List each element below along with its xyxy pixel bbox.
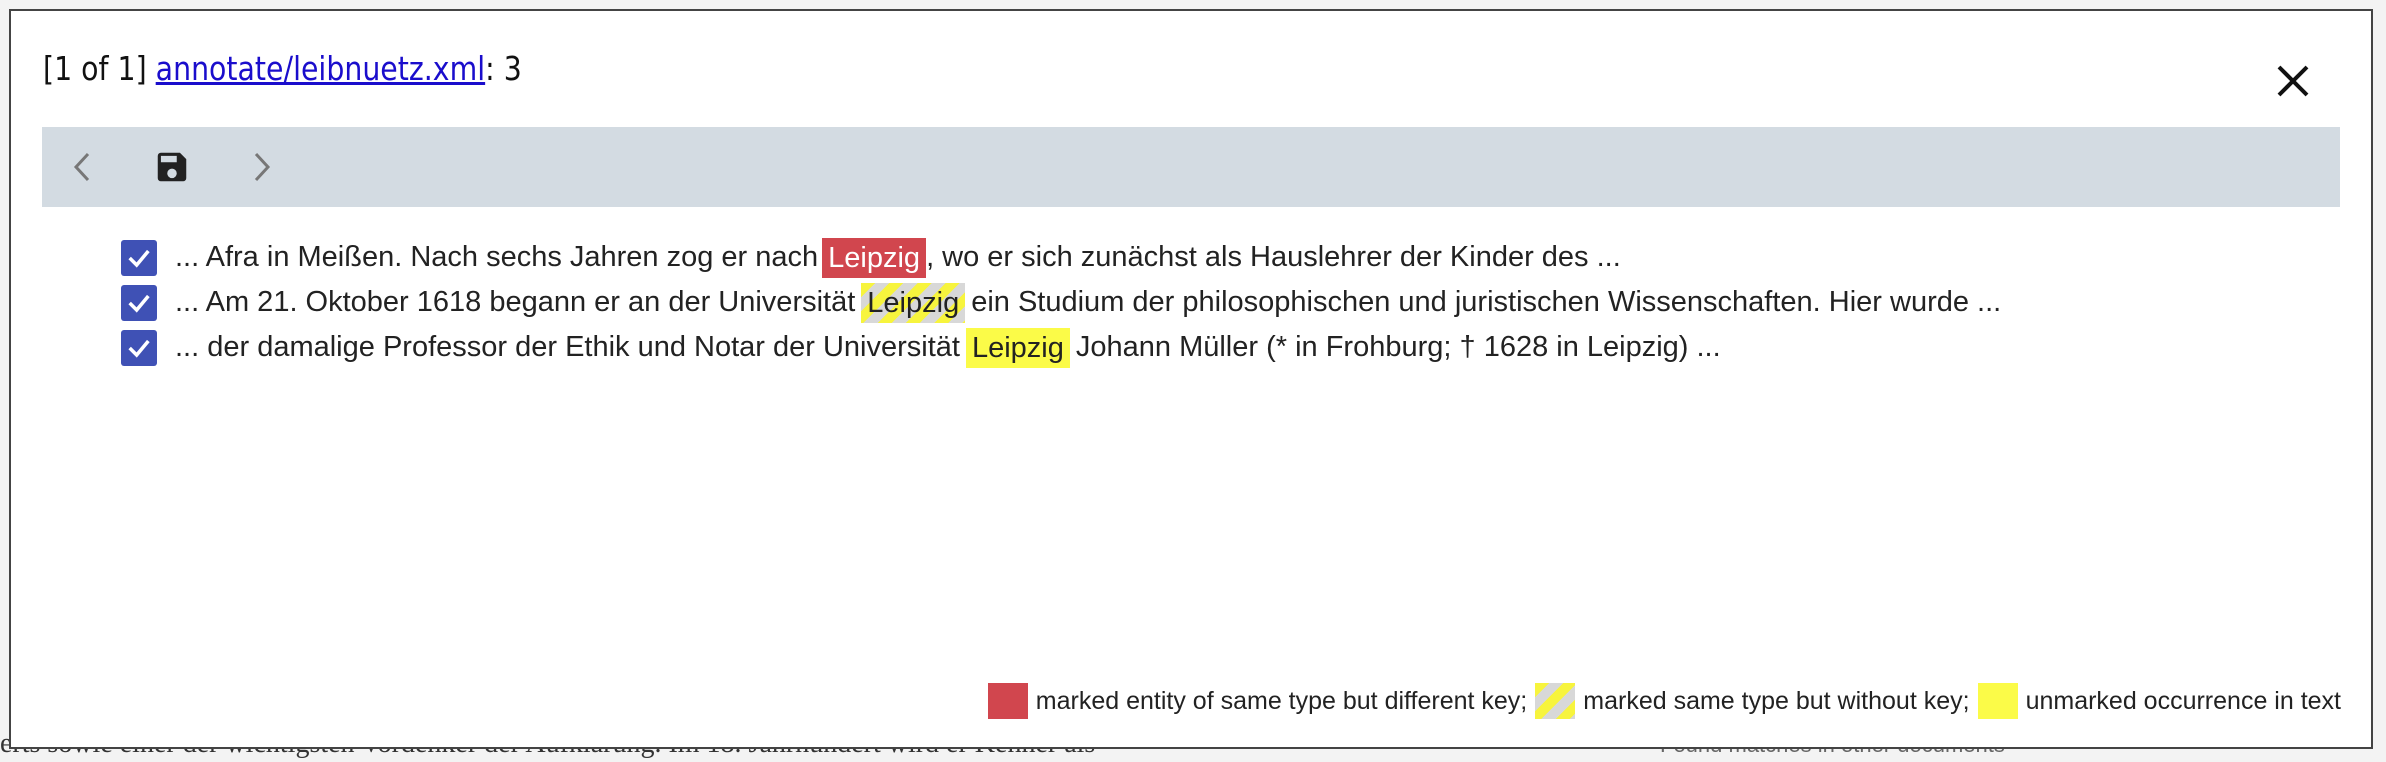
result-snippet: ... Am 21. Oktober 1618 begann er an der… [175, 282, 2002, 323]
legend-swatch-striped [1535, 683, 1576, 719]
legend-swatch-yellow [1977, 683, 2018, 719]
toolbar [42, 127, 2340, 207]
chevron-right-icon [254, 152, 271, 182]
snippet-after: Johann Müller (* in Frohburg; † 1628 in … [1075, 331, 1721, 363]
result-snippet: ... der damalige Professor der Ethik und… [175, 327, 1721, 368]
snippet-before: ... der damalige Professor der Ethik und… [175, 331, 960, 363]
snippet-before: ... Am 21. Oktober 1618 begann er an der… [175, 286, 856, 318]
title-count: : 3 [485, 49, 522, 88]
title-counter: [1 of 1] [43, 49, 156, 88]
result-row: ... Am 21. Oktober 1618 begann er an der… [121, 280, 2351, 325]
result-checkbox[interactable] [121, 284, 157, 321]
result-row: ... der damalige Professor der Ethik und… [121, 325, 2351, 370]
save-button[interactable] [150, 127, 194, 207]
legend-swatch-red [987, 683, 1028, 719]
matches-dialog: [1 of 1] annotate/leibnuetz.xml: 3 ... A… [9, 9, 2373, 749]
snippet-after: , wo er sich zunächst als Hauslehrer der… [926, 241, 1621, 273]
match-unmarked[interactable]: Leipzig [965, 327, 1070, 368]
next-button[interactable] [242, 127, 282, 207]
legend-label: marked entity of same type but different… [1035, 686, 1528, 715]
legend-item-without-key: marked same type but without key; [1535, 683, 1970, 719]
checkmark-icon [128, 339, 150, 358]
checkmark-icon [128, 249, 150, 268]
close-button[interactable] [2271, 59, 2315, 103]
save-icon [157, 152, 187, 182]
legend-label: unmarked occurrence in text [2025, 686, 2341, 715]
chevron-left-icon [73, 152, 90, 182]
dialog-title: [1 of 1] annotate/leibnuetz.xml: 3 [43, 49, 522, 88]
results-list: ... Afra in Meißen. Nach sechs Jahren zo… [121, 235, 2351, 370]
match-different-key[interactable]: Leipzig [822, 237, 927, 278]
snippet-before: ... Afra in Meißen. Nach sechs Jahren zo… [175, 241, 819, 273]
previous-button[interactable] [62, 127, 102, 207]
legend-item-different-key: marked entity of same type but different… [987, 683, 1528, 719]
result-row: ... Afra in Meißen. Nach sechs Jahren zo… [121, 235, 2351, 280]
result-snippet: ... Afra in Meißen. Nach sechs Jahren zo… [175, 237, 1621, 278]
document-link[interactable]: annotate/leibnuetz.xml [156, 49, 485, 88]
legend-label: marked same type but without key; [1583, 686, 1970, 715]
result-checkbox[interactable] [121, 239, 157, 276]
match-without-key[interactable]: Leipzig [861, 282, 966, 323]
close-icon [2277, 65, 2309, 97]
legend-item-unmarked: unmarked occurrence in text [1977, 683, 2341, 719]
result-checkbox[interactable] [121, 329, 157, 366]
checkmark-icon [128, 294, 150, 313]
legend: marked entity of same type but different… [980, 683, 2341, 719]
snippet-after: ein Studium der philosophischen und juri… [971, 286, 2002, 318]
